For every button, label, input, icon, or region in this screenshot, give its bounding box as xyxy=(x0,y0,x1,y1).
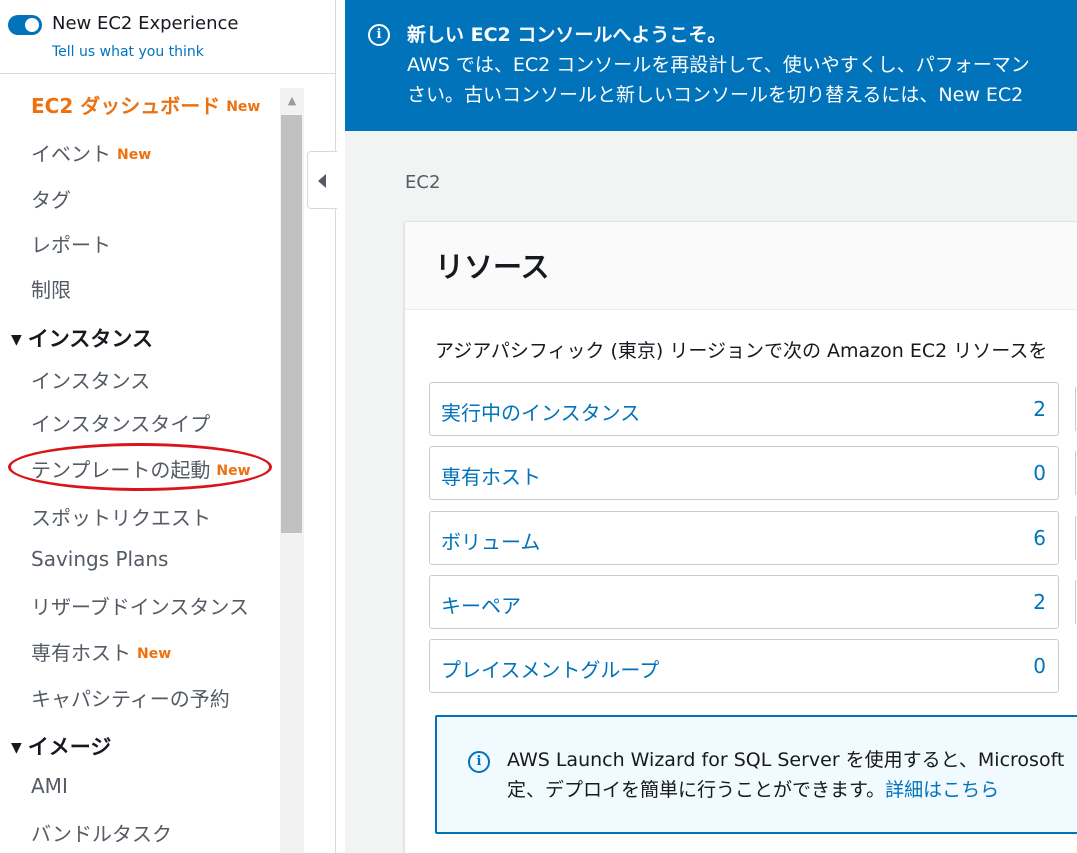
sidebar-item-instances[interactable]: インスタンス xyxy=(31,365,150,394)
sidebar-item-savings-plans[interactable]: Savings Plans xyxy=(31,547,168,571)
caret-down-icon: ▼ xyxy=(11,740,22,756)
resource-count: 0 xyxy=(1033,461,1046,485)
toggle-label: New EC2 Experience xyxy=(52,13,239,34)
resource-name: プレイスメントグループ xyxy=(441,658,660,682)
scrollbar-thumb[interactable] xyxy=(281,115,302,533)
section-images[interactable]: ▼ イメージ xyxy=(11,731,111,761)
sidebar-item-launch-templates[interactable]: テンプレートの起動 New xyxy=(31,454,251,483)
section-label: イメージ xyxy=(27,735,112,759)
sidebar-item-ec2-dashboard[interactable]: EC2 ダッシュボード New xyxy=(31,90,260,119)
resources-description: アジアパシフィック (東京) リージョンで次の Amazon EC2 リソースを xyxy=(435,340,1048,362)
sidebar-item-reports[interactable]: レポート xyxy=(31,229,111,258)
sidebar-item-dedicated-hosts[interactable]: 専有ホスト New xyxy=(31,637,171,666)
caret-left-icon xyxy=(318,174,326,188)
resource-count: 6 xyxy=(1033,526,1046,550)
resource-row-placement-groups[interactable]: プレイスメントグループ 0 xyxy=(429,639,1059,693)
feedback-link[interactable]: Tell us what you think xyxy=(52,44,204,60)
sidebar: New EC2 Experience Tell us what you thin… xyxy=(0,0,336,853)
flash-body-line: AWS では、EC2 コンソールを再設計して、使いやすくし、パフォーマン xyxy=(407,54,1030,76)
welcome-flashbar: i 新しい EC2 コンソールへようこそ。 AWS では、EC2 コンソールを再… xyxy=(345,0,1077,131)
info-text: AWS Launch Wizard for SQL Server を使用すると、… xyxy=(507,745,1064,805)
sidebar-item-spot-requests[interactable]: スポットリクエスト xyxy=(31,502,211,531)
resource-name: キーペア xyxy=(441,594,521,618)
next-column-edge xyxy=(1075,580,1076,624)
new-badge: New xyxy=(117,147,152,163)
resource-count: 0 xyxy=(1033,654,1046,678)
sidebar-item-bundle-tasks[interactable]: バンドルタスク xyxy=(31,818,172,847)
sidebar-item-label: 専有ホスト xyxy=(31,641,131,665)
breadcrumb[interactable]: EC2 xyxy=(405,172,440,193)
resource-row-volumes[interactable]: ボリューム 6 xyxy=(429,511,1059,565)
launch-wizard-info-alert: i AWS Launch Wizard for SQL Server を使用する… xyxy=(435,715,1077,834)
resource-row-key-pairs[interactable]: キーペア 2 xyxy=(429,575,1059,629)
panel-title: リソース xyxy=(435,250,550,284)
info-line: AWS Launch Wizard for SQL Server を使用すると、… xyxy=(507,749,1065,771)
next-column-edge xyxy=(1075,387,1076,431)
main-content: i 新しい EC2 コンソールへようこそ。 AWS では、EC2 コンソールを再… xyxy=(345,0,1077,853)
sidebar-item-label: EC2 ダッシュボード xyxy=(31,94,221,118)
next-column-edge xyxy=(1075,516,1076,560)
toggle-knob xyxy=(25,18,39,32)
collapse-sidebar-button[interactable] xyxy=(307,151,337,209)
sidebar-item-label: イベント xyxy=(31,142,111,166)
info-icon: i xyxy=(468,751,490,773)
scroll-up-arrow-icon[interactable]: ▲ xyxy=(280,90,304,112)
panel-header: リソース xyxy=(405,222,1077,310)
resource-name: 専有ホスト xyxy=(441,465,541,489)
caret-down-icon: ▼ xyxy=(11,332,22,348)
learn-more-link[interactable]: 詳細はこちら xyxy=(885,779,999,801)
resource-name: 実行中のインスタンス xyxy=(441,401,641,425)
section-label: インスタンス xyxy=(27,327,153,351)
sidebar-divider xyxy=(0,73,335,74)
section-instances[interactable]: ▼ インスタンス xyxy=(11,323,153,353)
resource-name: ボリューム xyxy=(441,530,541,554)
resource-count: 2 xyxy=(1033,590,1046,614)
info-line: 定、デプロイを簡単に行うことができます。詳細はこちら xyxy=(507,775,1064,805)
new-badge: New xyxy=(137,646,172,662)
resource-row-running-instances[interactable]: 実行中のインスタンス 2 xyxy=(429,382,1059,436)
info-icon: i xyxy=(368,24,390,46)
sidebar-item-events[interactable]: イベント New xyxy=(31,138,151,167)
sidebar-item-tags[interactable]: タグ xyxy=(31,184,71,213)
sidebar-item-ami[interactable]: AMI xyxy=(31,774,68,798)
flash-body-line: さい。古いコンソールと新しいコンソールを切り替えるには、New EC2 xyxy=(407,84,1024,106)
flash-title: 新しい EC2 コンソールへようこそ。 xyxy=(407,24,727,46)
resources-panel: リソース アジアパシフィック (東京) リージョンで次の Amazon EC2 … xyxy=(404,221,1077,853)
flash-body: AWS では、EC2 コンソールを再設計して、使いやすくし、パフォーマン さい。… xyxy=(407,50,1030,110)
new-badge: New xyxy=(216,463,251,479)
sidebar-item-reserved-instances[interactable]: リザーブドインスタンス xyxy=(31,591,249,620)
sidebar-item-label: テンプレートの起動 xyxy=(31,458,211,482)
sidebar-item-limits[interactable]: 制限 xyxy=(31,274,71,303)
sidebar-item-capacity-reservations[interactable]: キャパシティーの予約 xyxy=(31,683,230,712)
resource-row-dedicated-hosts[interactable]: 専有ホスト 0 xyxy=(429,446,1059,500)
resource-count: 2 xyxy=(1033,397,1046,421)
new-experience-toggle[interactable] xyxy=(8,15,42,35)
info-line-text: 定、デプロイを簡単に行うことができます。 xyxy=(507,779,886,801)
next-column-edge xyxy=(1075,451,1076,495)
new-badge: New xyxy=(226,99,261,115)
sidebar-item-instance-types[interactable]: インスタンスタイプ xyxy=(31,408,210,437)
